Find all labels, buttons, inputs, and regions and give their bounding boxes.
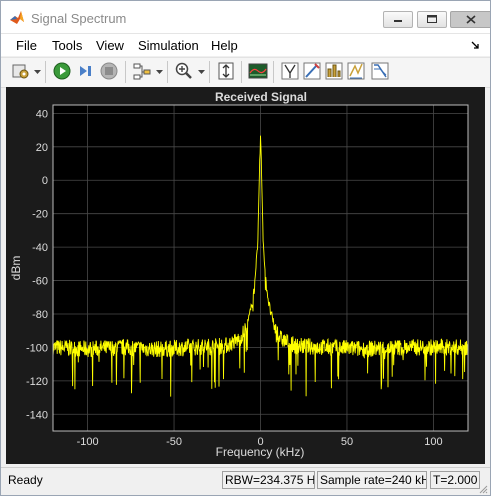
resize-grip-icon[interactable] <box>478 484 488 494</box>
peak-finder-icon[interactable] <box>302 61 322 81</box>
x-tick-label: 100 <box>424 436 442 448</box>
signal-spectrum-window: Signal Spectrum File Tools View Simulati… <box>0 0 491 496</box>
toolbar-separator <box>45 61 46 83</box>
y-axis-label: dBm <box>9 256 23 281</box>
title-bar: Signal Spectrum <box>1 1 490 34</box>
menu-file[interactable]: File <box>16 38 37 53</box>
spectrum-plot[interactable]: Received Signal 40 20 0 -20 -40 -60 -80 -100 -12… <box>6 87 485 464</box>
time-field: T=2.000 <box>430 471 480 489</box>
cursor-measurements-icon[interactable] <box>280 61 300 81</box>
menu-help[interactable]: Help <box>211 38 238 53</box>
toolbar-separator <box>209 61 210 83</box>
y-tick-label: -20 <box>32 209 48 221</box>
matlab-logo-icon <box>10 11 24 24</box>
minimize-button[interactable] <box>383 11 413 28</box>
zoom-in-icon[interactable] <box>174 61 194 81</box>
status-ready-text: Ready <box>8 473 43 487</box>
undock-arrow-icon[interactable] <box>470 40 480 50</box>
y-tick-label: 20 <box>36 142 48 154</box>
toolbar-separator <box>241 61 242 83</box>
y-tick-label: 40 <box>36 108 48 120</box>
toolbar <box>1 57 490 88</box>
sample-rate-field: Sample rate=240 kHz <box>317 471 427 489</box>
y-tick-label: -100 <box>26 342 48 354</box>
distortion-measurements-icon[interactable] <box>346 61 366 81</box>
toolbar-separator <box>273 61 274 83</box>
spectrum-chart[interactable]: Received Signal 40 20 0 -20 -40 -60 -80 -100 -12… <box>6 87 485 464</box>
menu-tools[interactable]: Tools <box>52 38 82 53</box>
zoom-dropdown-icon[interactable] <box>198 69 205 75</box>
settings-icon[interactable] <box>10 61 30 81</box>
stop-icon[interactable] <box>99 61 119 81</box>
close-button[interactable] <box>450 11 490 28</box>
y-tick-label: -140 <box>26 409 48 421</box>
highlight-signal-icon[interactable] <box>132 61 152 81</box>
maximize-button[interactable] <box>417 11 447 28</box>
y-tick-label: -120 <box>26 376 48 388</box>
y-tick-label: -80 <box>32 309 48 321</box>
toolbar-separator <box>125 61 126 83</box>
menu-bar: File Tools View Simulation Help <box>1 34 490 56</box>
y-tick-labels: 40 20 0 -20 -40 -60 -80 -100 -120 -140 <box>26 108 48 421</box>
y-tick-label: -40 <box>32 242 48 254</box>
y-tick-label: 0 <box>42 175 48 187</box>
x-tick-label: -50 <box>166 436 182 448</box>
status-bar: Ready RBW=234.375 Hz Sample rate=240 kHz… <box>1 467 490 495</box>
highlight-dropdown-icon[interactable] <box>156 69 163 75</box>
x-tick-label: -100 <box>77 436 99 448</box>
rbw-field: RBW=234.375 Hz <box>222 471 315 489</box>
x-tick-label: 50 <box>341 436 353 448</box>
channel-measurements-icon[interactable] <box>324 61 344 81</box>
menu-simulation[interactable]: Simulation <box>138 38 199 53</box>
step-forward-icon[interactable] <box>76 61 96 81</box>
y-tick-label: -60 <box>32 276 48 288</box>
chart-title: Received Signal <box>215 90 307 104</box>
autoscale-icon[interactable] <box>216 61 236 81</box>
x-axis-label: Frequency (kHz) <box>216 445 305 459</box>
settings-dropdown-icon[interactable] <box>34 69 41 75</box>
run-icon[interactable] <box>52 61 72 81</box>
window-title: Signal Spectrum <box>31 11 127 26</box>
spectrum-view-icon[interactable] <box>248 61 268 81</box>
ccdf-measurements-icon[interactable] <box>370 61 390 81</box>
toolbar-separator <box>167 61 168 83</box>
menu-view[interactable]: View <box>96 38 124 53</box>
